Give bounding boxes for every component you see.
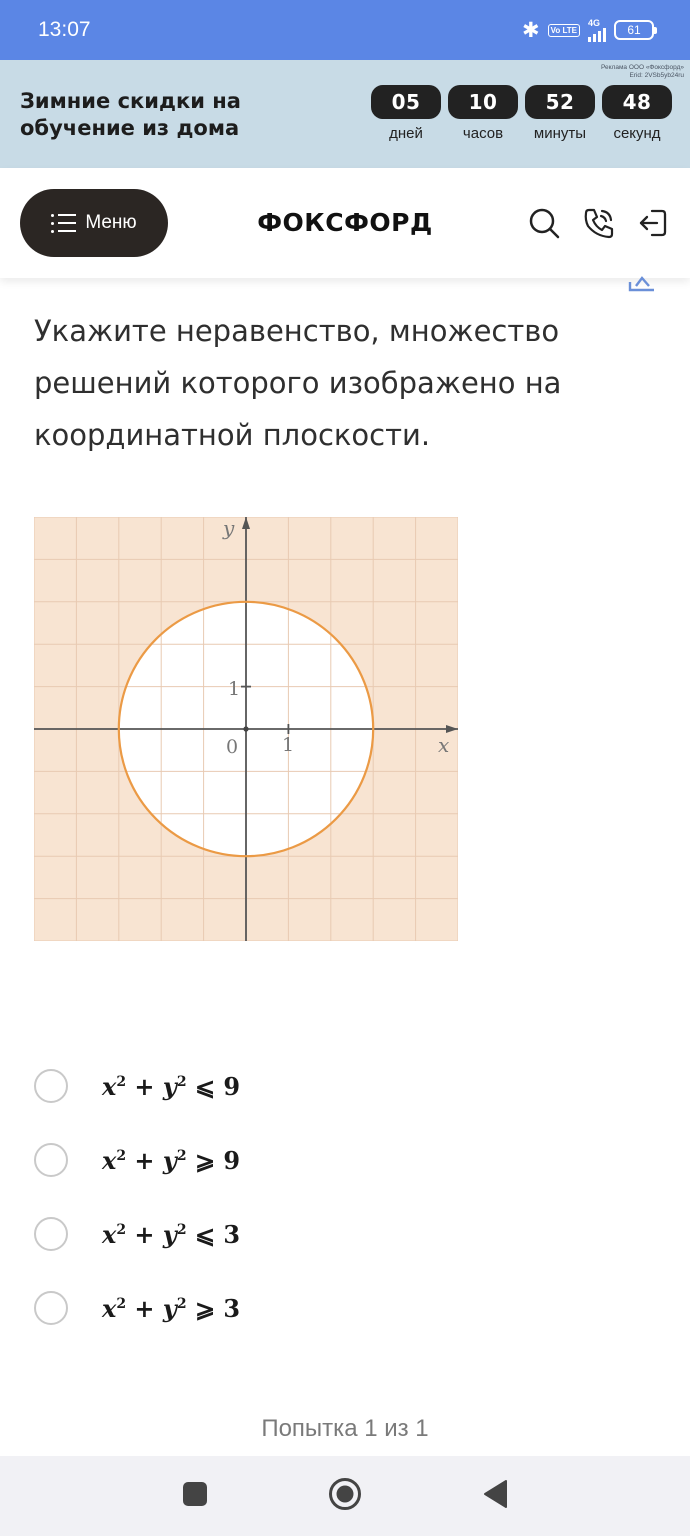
answer-option-1[interactable]: x2 + y2 ⩽ 9 (34, 1064, 454, 1108)
ad-erid-line: Erid: 2VSb5yb24ru (629, 72, 684, 79)
radio-button[interactable] (34, 1069, 68, 1103)
search-icon[interactable] (527, 206, 561, 240)
timer-hours: 10 часов (448, 85, 518, 142)
bookmark-icon[interactable] (627, 270, 657, 292)
y-tick-label: 1 (228, 678, 240, 700)
option-formula: x2 + y2 ⩾ 3 (102, 1293, 241, 1323)
login-icon[interactable] (636, 206, 670, 240)
promo-banner[interactable]: Реклама ООО «Фоксфорд» Erid: 2VSb5yb24ru… (0, 60, 690, 168)
timer-seconds: 48 секунд (602, 85, 672, 142)
ad-disclaimer: Реклама ООО «Фоксфорд» Erid: 2VSb5yb24ru (601, 64, 684, 80)
timer-label: секунд (613, 125, 661, 142)
coordinate-plane: y x 0 1 1 (34, 517, 458, 941)
status-icons: ✱ Vo LTE 4G 61 (522, 17, 657, 42)
network-type: 4G (588, 17, 601, 28)
status-time: 13:07 (38, 18, 91, 41)
recents-icon[interactable] (181, 1480, 209, 1508)
status-bar: 13:07 ✱ Vo LTE 4G 61 (0, 0, 690, 60)
timer-days: 05 дней (371, 85, 441, 142)
answer-option-4[interactable]: x2 + y2 ⩾ 3 (34, 1286, 454, 1330)
timer-label: дней (389, 125, 423, 142)
x-tick-label: 1 (282, 734, 294, 756)
option-formula: x2 + y2 ⩽ 9 (102, 1071, 241, 1101)
countdown-timer: 05 дней 10 часов 52 минуты 48 секунд (371, 85, 672, 142)
timer-value: 05 (371, 85, 441, 119)
origin-label: 0 (226, 736, 238, 758)
answer-option-2[interactable]: x2 + y2 ⩾ 9 (34, 1138, 454, 1182)
promo-title: Зимние скидки на обучение из дома (20, 89, 241, 140)
attempt-counter: Попытка 1 из 1 (261, 1415, 429, 1442)
radio-button[interactable] (34, 1217, 68, 1251)
origin-point (243, 726, 249, 732)
timer-value: 10 (448, 85, 518, 119)
timer-minutes: 52 минуты (525, 85, 595, 142)
radio-button[interactable] (34, 1291, 68, 1325)
question-text: Укажите неравенство, множество решений к… (34, 314, 562, 452)
volte-icon: Vo LTE (547, 23, 580, 37)
site-header: Меню ФОКСФОРД (0, 168, 690, 278)
timer-value: 52 (525, 85, 595, 119)
radio-button[interactable] (34, 1143, 68, 1177)
phone-icon[interactable] (582, 206, 616, 240)
option-formula: x2 + y2 ⩾ 9 (102, 1145, 241, 1175)
option-formula: x2 + y2 ⩽ 3 (102, 1219, 241, 1249)
y-axis-label: y (222, 517, 235, 540)
back-icon[interactable] (481, 1478, 509, 1510)
ad-disclaimer-line: Реклама ООО «Фоксфорд» (600, 64, 684, 71)
signal-icon: 4G (588, 17, 606, 42)
timer-value: 48 (602, 85, 672, 119)
timer-label: минуты (533, 125, 587, 142)
battery-icon: 61 (614, 20, 657, 40)
answer-option-3[interactable]: x2 + y2 ⩽ 3 (34, 1212, 454, 1256)
home-icon[interactable] (327, 1476, 363, 1512)
battery-level: 61 (627, 23, 641, 37)
x-axis-label: x (438, 733, 449, 757)
timer-label: часов (462, 125, 504, 142)
system-nav-bar (0, 1456, 690, 1536)
bluetooth-icon: ✱ (522, 18, 540, 42)
